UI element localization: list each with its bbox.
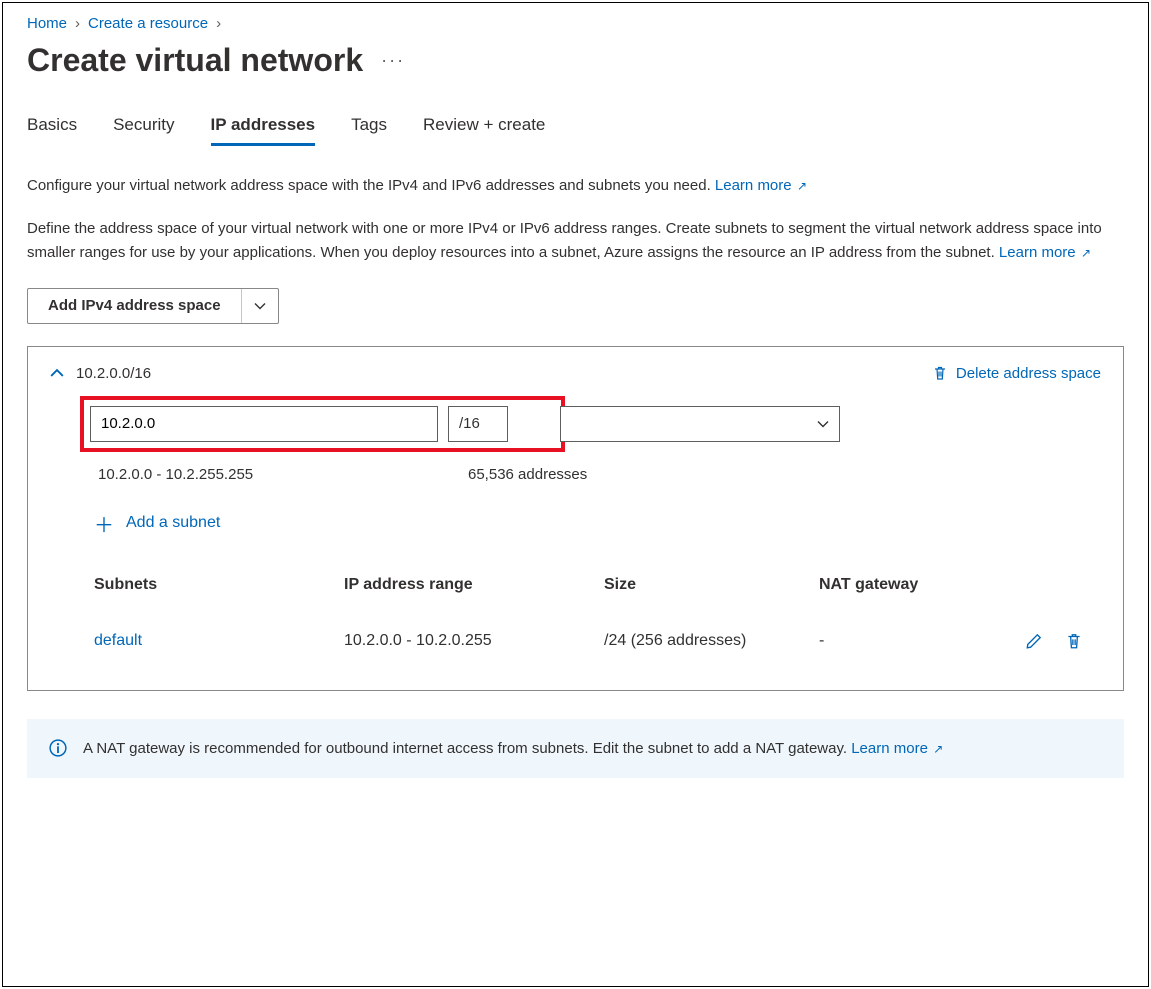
subnets-table: Subnets IP address range Size NAT gatewa… — [94, 576, 1101, 668]
trash-icon — [1065, 632, 1083, 650]
plus-icon: ＋ — [94, 509, 114, 538]
chevron-right-icon: › — [75, 15, 80, 32]
subnet-nat: - — [819, 632, 989, 650]
intro-text-1: Configure your virtual network address s… — [27, 174, 1124, 197]
subnet-size: /24 (256 addresses) — [604, 632, 819, 650]
external-link-icon: ↗ — [1078, 246, 1091, 260]
delete-address-space-button[interactable]: Delete address space — [932, 365, 1101, 382]
col-subnets: Subnets — [94, 576, 344, 594]
address-space-card: 10.2.0.0/16 Delete address space /16 10.… — [27, 346, 1124, 691]
add-button-label: Add IPv4 address space — [28, 289, 241, 323]
address-count-text: 65,536 addresses — [468, 466, 587, 483]
edit-subnet-button[interactable] — [1025, 632, 1043, 650]
delete-subnet-button[interactable] — [1065, 632, 1083, 650]
info-text: A NAT gateway is recommended for outboun… — [83, 740, 847, 757]
learn-more-link-2[interactable]: Learn more ↗ — [999, 244, 1091, 261]
address-space-title: 10.2.0.0/16 — [76, 365, 151, 382]
external-link-icon: ↗ — [930, 742, 943, 756]
chevron-down-icon — [817, 418, 829, 430]
highlighted-inputs: /16 — [80, 396, 565, 452]
chevron-right-icon: › — [216, 15, 221, 32]
tab-basics[interactable]: Basics — [27, 115, 77, 146]
col-nat: NAT gateway — [819, 576, 989, 594]
cidr-prefix-display: /16 — [448, 406, 508, 442]
page-title: Create virtual network — [27, 42, 363, 79]
tab-security[interactable]: Security — [113, 115, 174, 146]
tab-review-create[interactable]: Review + create — [423, 115, 545, 146]
tab-tags[interactable]: Tags — [351, 115, 387, 146]
chevron-up-icon — [50, 366, 64, 380]
add-ipv4-address-space-button[interactable]: Add IPv4 address space — [27, 288, 279, 324]
add-subnet-button[interactable]: ＋ Add a subnet — [94, 509, 1101, 538]
col-range: IP address range — [344, 576, 604, 594]
subnet-range: 10.2.0.0 - 10.2.0.255 — [344, 632, 604, 650]
external-link-icon: ↗ — [794, 179, 807, 193]
tabs: Basics Security IP addresses Tags Review… — [27, 115, 1124, 146]
add-button-split[interactable] — [241, 289, 278, 323]
intro-text-2: Define the address space of your virtual… — [27, 217, 1124, 264]
collapse-toggle[interactable] — [50, 366, 64, 380]
more-actions-button[interactable]: ··· — [381, 50, 405, 71]
breadcrumb-home[interactable]: Home — [27, 15, 67, 32]
address-range-text: 10.2.0.0 - 10.2.255.255 — [98, 466, 468, 483]
chevron-down-icon — [254, 300, 266, 312]
table-header: Subnets IP address range Size NAT gatewa… — [94, 576, 1101, 614]
breadcrumb-create-resource[interactable]: Create a resource — [88, 15, 208, 32]
tab-ip-addresses[interactable]: IP addresses — [211, 115, 316, 146]
address-input[interactable] — [90, 406, 438, 442]
subnet-name-link[interactable]: default — [94, 632, 344, 650]
learn-more-link-1[interactable]: Learn more ↗ — [715, 177, 807, 194]
table-row: default 10.2.0.0 - 10.2.0.255 /24 (256 a… — [94, 614, 1101, 668]
breadcrumb: Home › Create a resource › — [27, 15, 1124, 32]
col-size: Size — [604, 576, 819, 594]
trash-icon — [932, 365, 948, 381]
cidr-select[interactable] — [560, 406, 840, 442]
info-learn-more-link[interactable]: Learn more ↗ — [851, 740, 943, 757]
info-icon — [49, 739, 67, 760]
pencil-icon — [1025, 632, 1043, 650]
info-banner: A NAT gateway is recommended for outboun… — [27, 719, 1124, 778]
